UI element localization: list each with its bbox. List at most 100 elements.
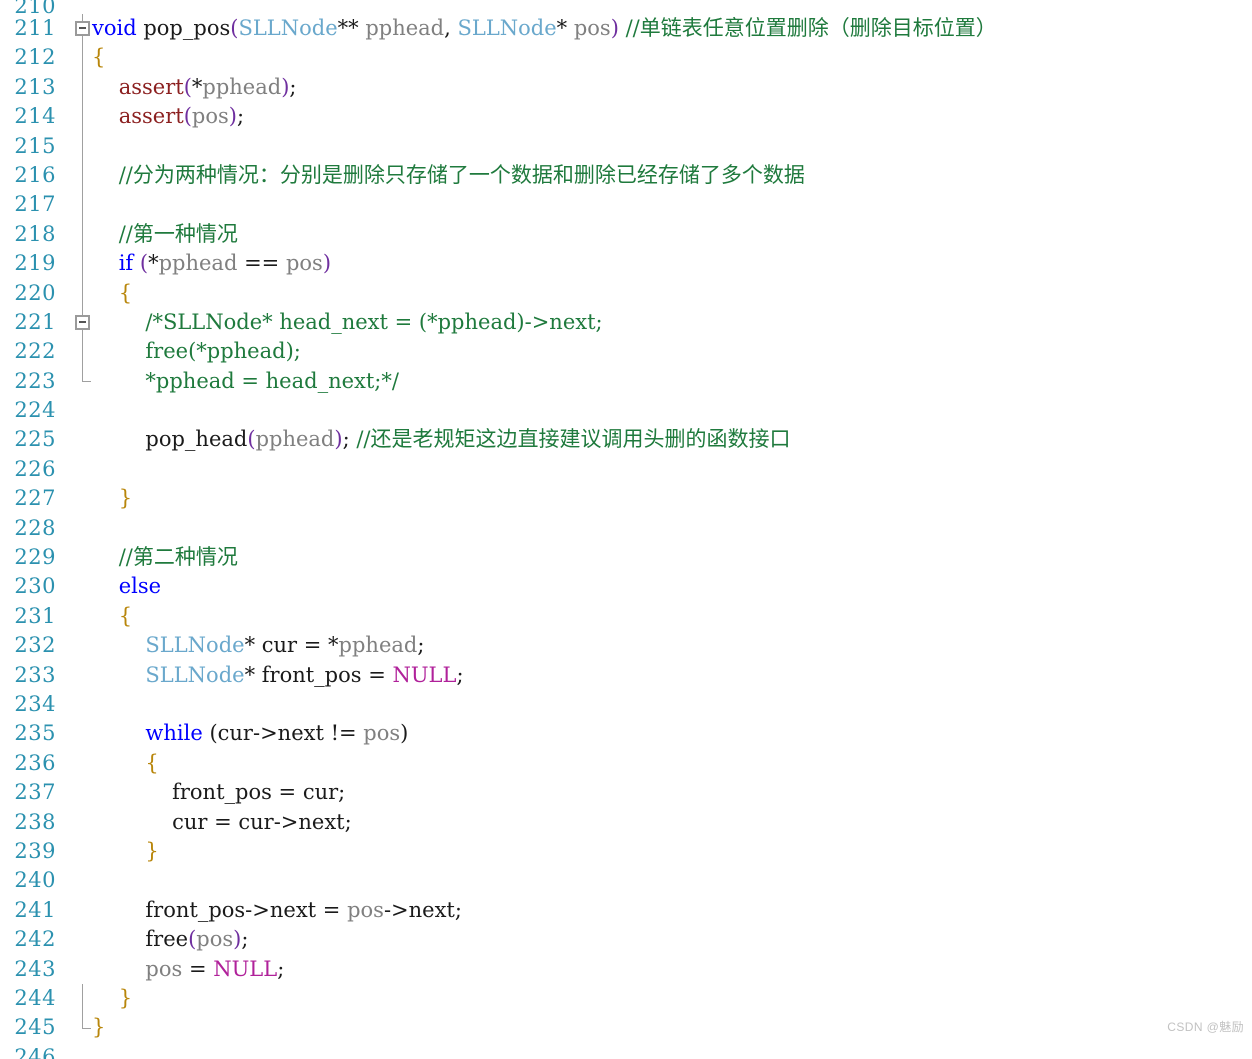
- code-line[interactable]: 214 assert(pos);: [0, 102, 1252, 132]
- code-line[interactable]: 227 }: [0, 484, 1252, 513]
- code-line[interactable]: 243 pos = NULL;: [0, 955, 1252, 984]
- code-line[interactable]: 241 front_pos->next = pos->next;: [0, 896, 1252, 925]
- line-number: 211: [14, 16, 56, 40]
- fold-column: [74, 43, 92, 73]
- code-text[interactable]: front_pos->next = pos->next;: [92, 896, 462, 925]
- code-token-param: pos: [191, 104, 229, 129]
- code-line[interactable]: 240: [0, 866, 1252, 895]
- line-number: 219: [14, 251, 56, 276]
- code-line[interactable]: 238 cur = cur->next;: [0, 808, 1252, 837]
- code-token-plain: **: [337, 16, 366, 40]
- code-line[interactable]: 221 /*SLLNode* head_next = (*pphead)->ne…: [0, 307, 1252, 338]
- code-line[interactable]: 228: [0, 514, 1252, 543]
- code-line[interactable]: 245}: [0, 1013, 1252, 1042]
- line-number: 223: [14, 368, 56, 393]
- code-line[interactable]: 223 *pphead = head_next;*/: [0, 366, 1252, 396]
- code-token-punct: (: [183, 104, 192, 129]
- fold-column: [74, 955, 92, 984]
- code-text[interactable]: {: [92, 43, 105, 72]
- code-line[interactable]: 212 {: [0, 43, 1252, 73]
- code-line[interactable]: 231 {: [0, 602, 1252, 631]
- code-line[interactable]: 234: [0, 690, 1252, 719]
- code-token-comment: //第二种情况: [92, 545, 238, 570]
- code-text[interactable]: front_pos = cur;: [92, 778, 345, 807]
- code-line[interactable]: 239 }: [0, 837, 1252, 866]
- collapse-minus-icon[interactable]: [75, 314, 90, 330]
- code-line[interactable]: 211 void pop_pos(SLLNode** pphead, SLLNod…: [0, 14, 1252, 44]
- code-line[interactable]: 225 pop_head(pphead); //还是老规矩这边直接建议调用头删的…: [0, 425, 1252, 454]
- code-text[interactable]: {: [92, 749, 158, 778]
- fold-end-tick: [82, 1027, 91, 1029]
- code-text[interactable]: *pphead = head_next;*/: [92, 367, 399, 396]
- code-line[interactable]: 210: [0, 0, 1252, 14]
- fold-column: [74, 396, 92, 425]
- code-text[interactable]: assert(pos);: [92, 102, 244, 131]
- code-token-kw: while: [145, 721, 203, 746]
- code-token-kw: if: [118, 251, 134, 276]
- code-text[interactable]: void pop_pos(SLLNode** pphead, SLLNode* …: [92, 14, 997, 43]
- code-text[interactable]: }: [92, 837, 158, 866]
- fold-guide-line: [82, 249, 83, 279]
- code-text[interactable]: }: [92, 484, 132, 513]
- code-line[interactable]: 246: [0, 1043, 1252, 1059]
- code-text[interactable]: //第一种情况: [92, 220, 238, 249]
- code-text[interactable]: //分为两种情况：分别是删除只存储了一个数据和删除已经存储了多个数据: [92, 161, 805, 190]
- code-line[interactable]: 232 SLLNode* cur = *pphead;: [0, 631, 1252, 660]
- code-line[interactable]: 235 while (cur->next != pos): [0, 719, 1252, 748]
- fold-column: [74, 484, 92, 513]
- code-line[interactable]: 222 free(*pphead);: [0, 337, 1252, 367]
- code-text[interactable]: {: [92, 279, 132, 308]
- code-text[interactable]: SLLNode* front_pos = NULL;: [92, 661, 463, 690]
- code-line[interactable]: 213 assert(*pphead);: [0, 72, 1252, 103]
- fold-column: [74, 131, 92, 161]
- code-token-param: pphead: [158, 251, 238, 276]
- fold-column: [74, 1043, 92, 1059]
- code-token-plain: *: [191, 74, 203, 99]
- code-token-plain: =: [182, 956, 214, 981]
- code-line[interactable]: 242 free(pos);: [0, 925, 1252, 954]
- code-text[interactable]: if (*pphead == pos): [92, 249, 331, 278]
- code-text[interactable]: }: [92, 1013, 105, 1042]
- code-text[interactable]: assert(*pphead);: [92, 73, 297, 102]
- code-line[interactable]: 215: [0, 131, 1252, 161]
- code-text[interactable]: pop_head(pphead); //还是老规矩这边直接建议调用头删的函数接口: [92, 425, 790, 454]
- code-text[interactable]: SLLNode* cur = *pphead;: [92, 631, 424, 660]
- code-text[interactable]: free(*pphead);: [92, 337, 300, 366]
- code-line[interactable]: 236 {: [0, 749, 1252, 778]
- code-token-plain: front_pos = cur;: [92, 780, 346, 805]
- code-line[interactable]: 216 //分为两种情况：分别是删除只存储了一个数据和删除已经存储了多个数据: [0, 160, 1252, 191]
- code-text[interactable]: pos = NULL;: [92, 955, 284, 984]
- code-line[interactable]: 219 if (*pphead == pos): [0, 249, 1252, 279]
- code-token-plain: ==: [237, 251, 286, 276]
- collapse-minus-icon[interactable]: [75, 20, 90, 36]
- code-line[interactable]: 244 }: [0, 983, 1252, 1014]
- code-token-param: pphead: [255, 427, 335, 452]
- code-line[interactable]: 220 {: [0, 278, 1252, 308]
- code-text[interactable]: while (cur->next != pos): [92, 719, 408, 748]
- code-line[interactable]: 230 else: [0, 572, 1252, 601]
- code-line[interactable]: 237 front_pos = cur;: [0, 778, 1252, 807]
- code-editor[interactable]: 210 211 void pop_pos(SLLNode** pphead, SLL…: [0, 0, 1252, 1059]
- code-line[interactable]: 226: [0, 455, 1252, 484]
- code-text[interactable]: else: [92, 572, 161, 601]
- code-token-plain: * front_pos =: [244, 662, 393, 687]
- code-text[interactable]: free(pos);: [92, 925, 248, 954]
- fold-column: [74, 337, 92, 367]
- code-line[interactable]: 229 //第二种情况: [0, 543, 1252, 572]
- code-line[interactable]: 224: [0, 396, 1252, 425]
- code-text[interactable]: }: [92, 984, 132, 1013]
- code-text[interactable]: /*SLLNode* head_next = (*pphead)->next;: [92, 308, 602, 337]
- code-line[interactable]: 218 //第一种情况: [0, 219, 1252, 250]
- code-token-type: SLLNode: [238, 16, 338, 40]
- code-line[interactable]: 233 SLLNode* front_pos = NULL;: [0, 661, 1252, 690]
- fold-column: [74, 808, 92, 837]
- code-text[interactable]: cur = cur->next;: [92, 808, 352, 837]
- code-text[interactable]: //第二种情况: [92, 543, 238, 572]
- code-line[interactable]: 217: [0, 190, 1252, 220]
- fold-column: [74, 190, 92, 220]
- code-text[interactable]: {: [92, 602, 132, 631]
